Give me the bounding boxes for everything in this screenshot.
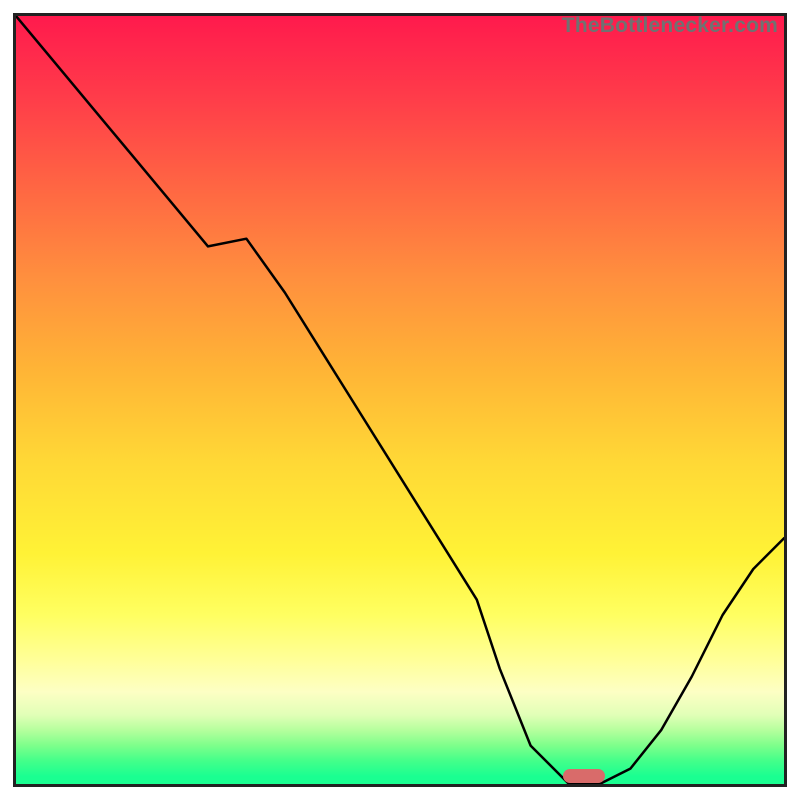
plot-area: TheBottlenecker.com: [13, 13, 787, 787]
bottleneck-curve: [16, 16, 784, 784]
attribution-label: TheBottlenecker.com: [562, 14, 778, 38]
optimal-marker: [563, 769, 605, 783]
